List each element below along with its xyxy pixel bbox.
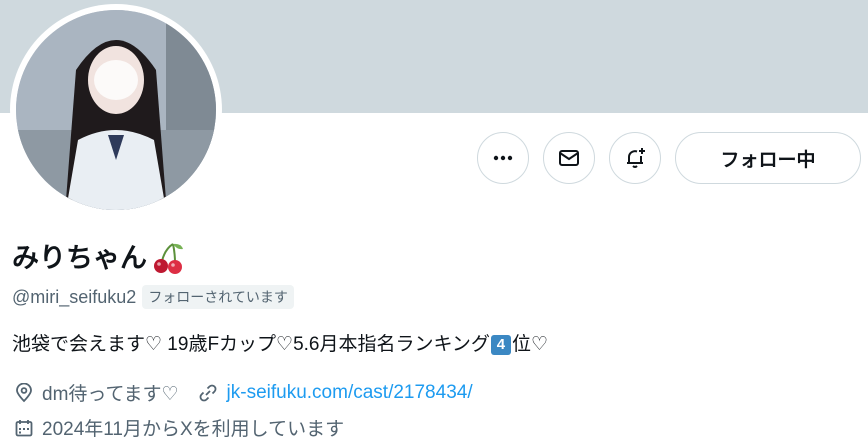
- rank-keycap: 4: [490, 335, 511, 355]
- cherry-icon: [154, 243, 183, 274]
- bell-plus-icon: [627, 148, 645, 168]
- more-icon: [493, 155, 513, 161]
- link-icon: [197, 382, 219, 404]
- name-row: みりちゃん: [12, 238, 185, 278]
- avatar-photo: [16, 10, 216, 210]
- location-icon: [14, 382, 34, 403]
- bio: 池袋で会えます♡ 19歳Fカップ♡5.6月本指名ランキング 4 位♡: [12, 332, 548, 358]
- mail-icon: [559, 150, 579, 166]
- more-button[interactable]: [477, 132, 529, 184]
- following-button[interactable]: フォロー中: [675, 132, 861, 184]
- bio-text: 池袋で会えます♡ 19歳Fカップ♡5.6月本指名ランキング: [12, 334, 490, 355]
- location-row: dm待ってます♡ jk-seifuku.com/cast/2178434/: [14, 379, 473, 406]
- bio-text-end: 位♡: [511, 334, 548, 355]
- avatar[interactable]: [16, 10, 216, 210]
- handle-row: @miri_seifuku2 フォローされています: [12, 285, 294, 309]
- handle: @miri_seifuku2: [12, 286, 137, 307]
- location-text: dm待ってます♡: [42, 384, 179, 405]
- display-name: みりちゃん: [12, 243, 147, 273]
- calendar-icon: [14, 418, 34, 438]
- website-link[interactable]: jk-seifuku.com/cast/2178434/: [227, 382, 473, 404]
- message-button[interactable]: [543, 132, 595, 184]
- joined-text: 2024年11月からXを利用しています: [42, 419, 345, 440]
- notify-button[interactable]: [609, 132, 661, 184]
- follows-you-badge: フォローされています: [142, 285, 294, 309]
- joined-row: 2024年11月からXを利用しています: [14, 414, 344, 441]
